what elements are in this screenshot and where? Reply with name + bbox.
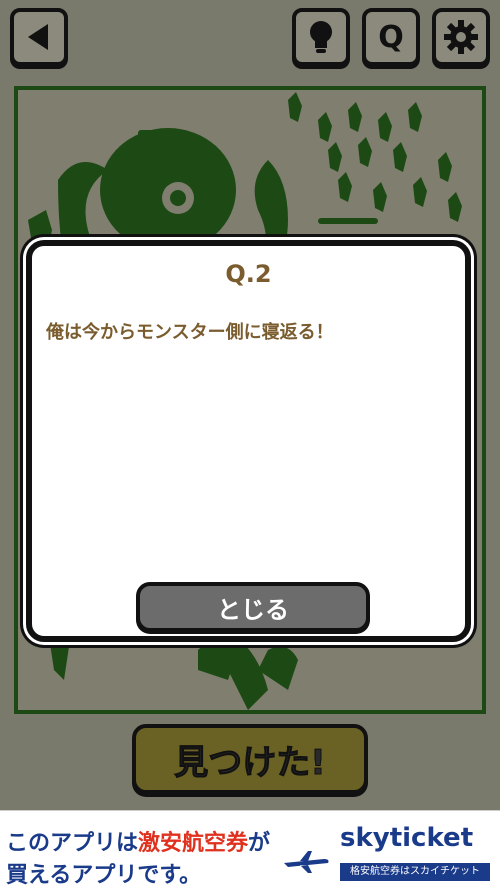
back-triangle-icon bbox=[28, 24, 48, 50]
found-button-label: 見つけた! bbox=[174, 742, 327, 783]
ad-tagline: 格安航空券はスカイチケット bbox=[340, 863, 490, 881]
top-toolbar: Q bbox=[0, 0, 500, 78]
modal-question-text: 俺は今からモンスター側に寝返る！ bbox=[46, 322, 334, 343]
back-button[interactable] bbox=[10, 8, 68, 66]
hint-button[interactable] bbox=[292, 8, 350, 66]
airplane-icon bbox=[284, 851, 329, 873]
modal-title: Q.2 bbox=[225, 260, 272, 288]
close-button-label: とじる bbox=[217, 595, 289, 624]
close-button[interactable]: とじる bbox=[136, 582, 370, 632]
hint-modal: Q.2 俺は今からモンスター側に寝返る！ とじる bbox=[26, 240, 471, 642]
ad-brand: skyticket bbox=[340, 823, 474, 853]
ad-banner[interactable]: このアプリは激安航空券が 買えるアプリです。 skyticket 格安航空券はス… bbox=[0, 810, 500, 890]
ad-line-1: このアプリは激安航空券が bbox=[6, 825, 270, 857]
question-label: Q bbox=[378, 19, 404, 55]
question-button[interactable]: Q bbox=[362, 8, 420, 66]
gear-icon bbox=[444, 20, 478, 54]
ad-line-1-a: このアプリは bbox=[6, 831, 139, 856]
ad-line-2: 買えるアプリです。 bbox=[6, 863, 202, 888]
lightbulb-icon bbox=[310, 21, 332, 53]
soldier-crowd bbox=[288, 92, 462, 222]
settings-button[interactable] bbox=[432, 8, 490, 66]
found-button[interactable]: 見つけた! bbox=[132, 724, 368, 794]
ad-line-1-highlight: 激安航空券 bbox=[138, 831, 249, 856]
ad-line-1-b: が bbox=[248, 831, 271, 856]
